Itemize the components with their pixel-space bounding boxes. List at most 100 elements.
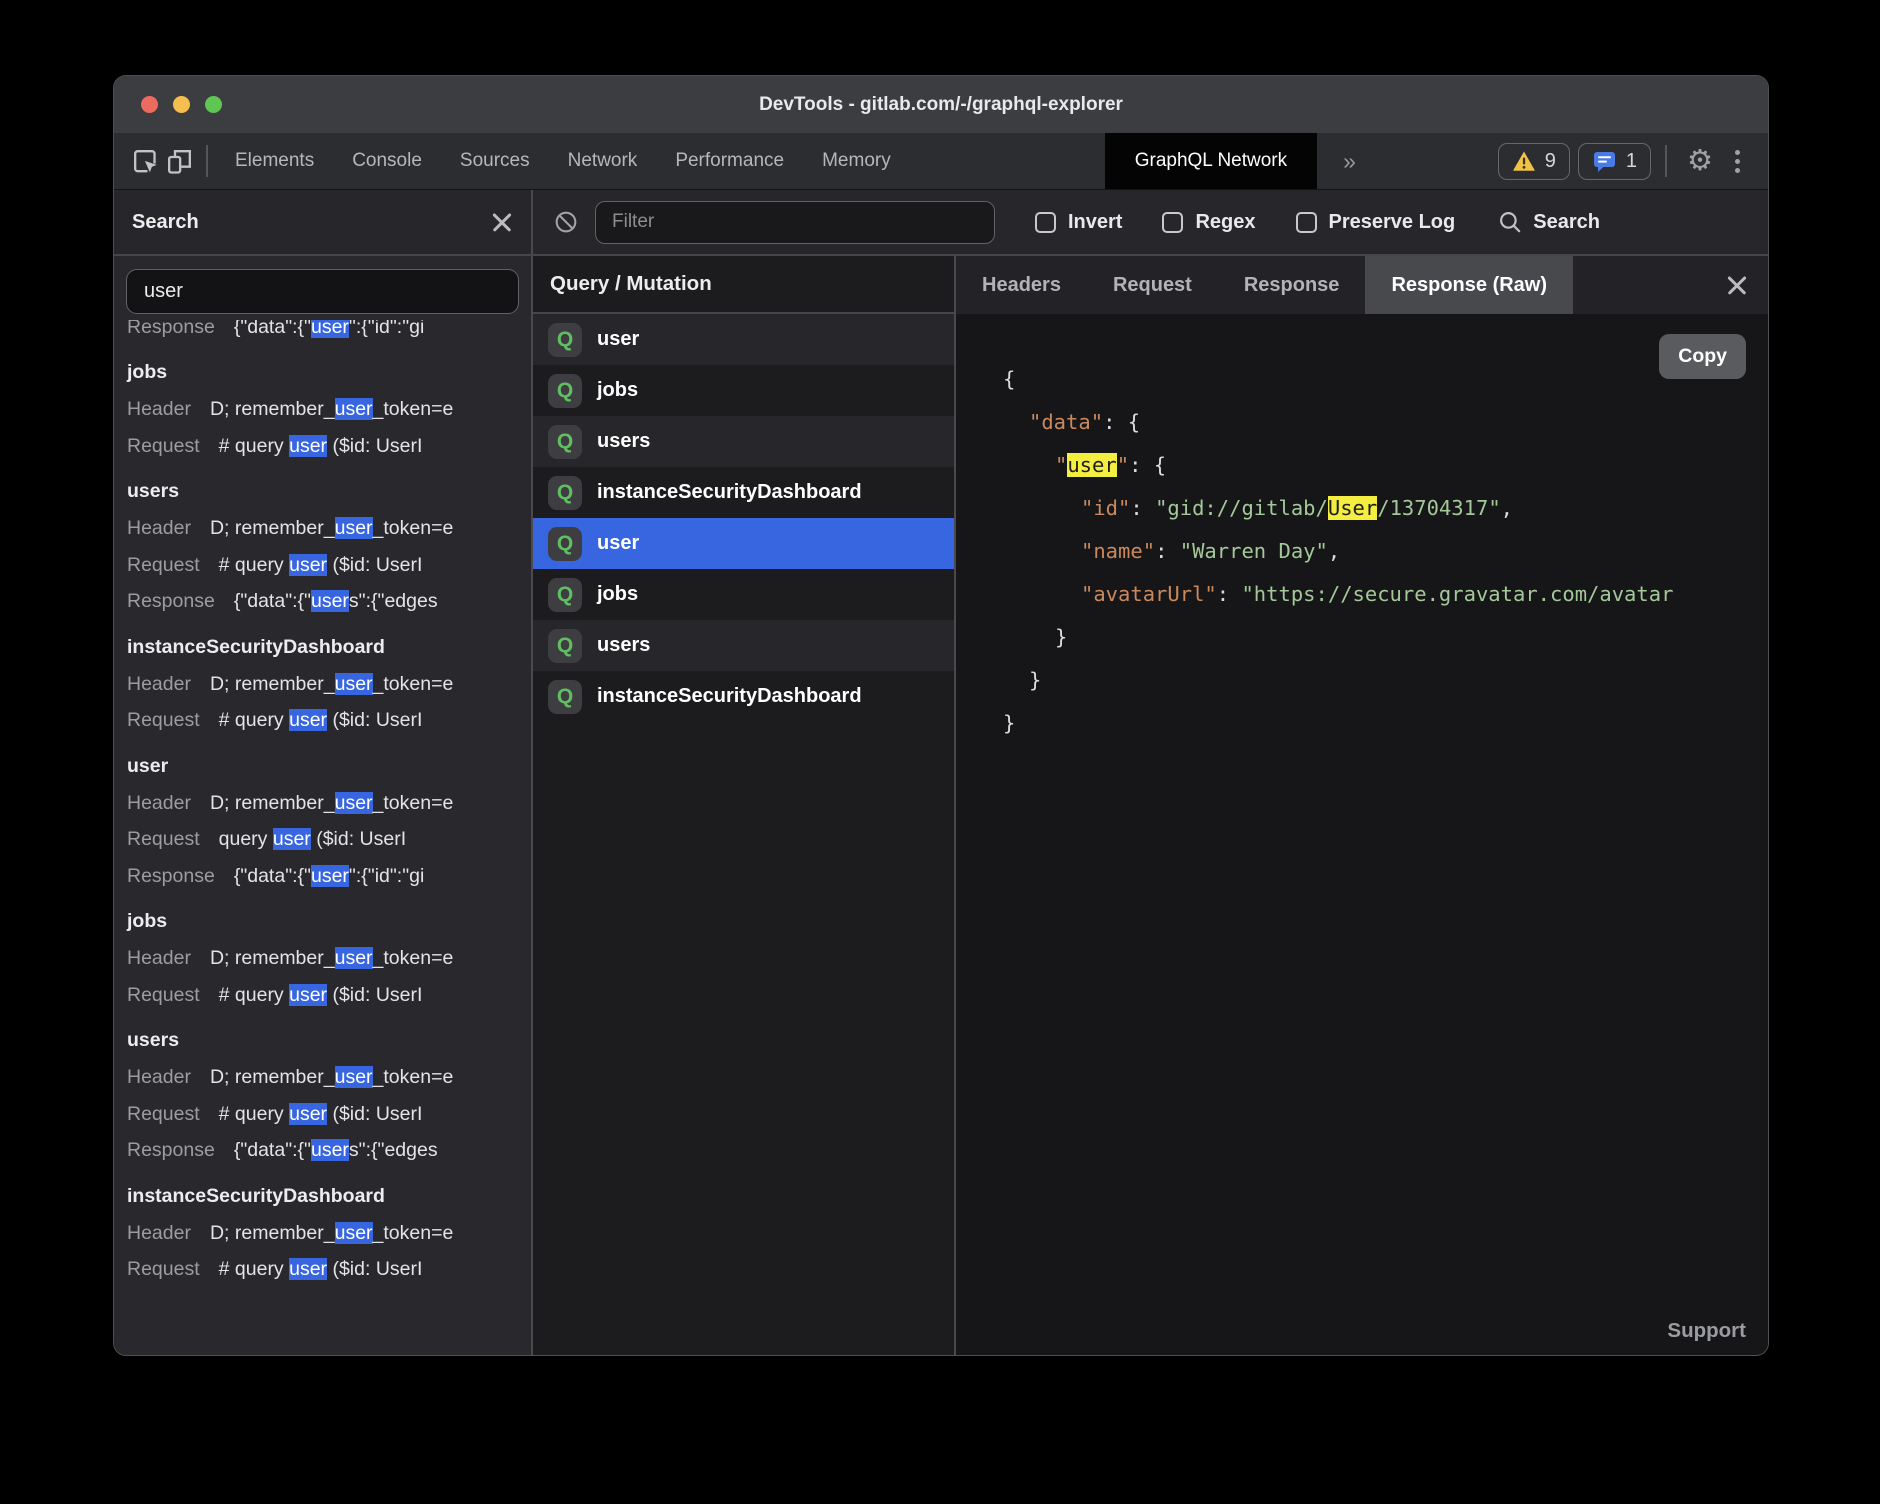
json-token: " (1055, 453, 1067, 477)
network-search-control[interactable]: Search (1497, 209, 1600, 235)
match-highlight: user (311, 320, 349, 338)
result-text: ":{"id":"gi (349, 865, 424, 887)
checkbox-group-invert[interactable]: Invert (1035, 211, 1122, 234)
result-text: _token=e (373, 398, 454, 420)
result-line-request[interactable]: Request# query user ($id: UserI (127, 977, 531, 1014)
result-line-request[interactable]: Request# query user ($id: UserI (127, 547, 531, 584)
result-group-jobs: jobs (127, 354, 531, 391)
zoom-window-button[interactable] (205, 96, 222, 113)
checkbox-regex[interactable] (1162, 212, 1183, 233)
json-token: "avatarUrl" (1081, 582, 1217, 606)
query-row-jobs[interactable]: Qjobs (533, 569, 954, 620)
query-list-header: Query / Mutation (533, 256, 954, 314)
copy-button[interactable]: Copy (1659, 334, 1746, 379)
result-line-request[interactable]: Request# query user ($id: UserI (127, 1096, 531, 1133)
settings-gear-icon[interactable]: ⚙ (1681, 147, 1719, 176)
minimize-window-button[interactable] (173, 96, 190, 113)
search-panel: Response{"data":{"user":{"id":"gijobsHea… (114, 256, 533, 1355)
response-close-icon[interactable] (1726, 274, 1748, 296)
json-token: "data" (1029, 410, 1103, 434)
match-highlight: user (335, 947, 373, 969)
checkbox-label-preserve-log: Preserve Log (1329, 211, 1456, 234)
result-line-label: Header (127, 792, 191, 814)
result-text: D; remember_ (210, 517, 335, 539)
result-text: {"data":{" (234, 590, 311, 612)
result-line-response[interactable]: Response{"data":{"users":{"edges (127, 583, 531, 620)
query-row-jobs[interactable]: Qjobs (533, 365, 954, 416)
search-input[interactable] (126, 269, 519, 314)
result-line-header[interactable]: HeaderD; remember_user_token=e (127, 940, 531, 977)
query-row-instancesecuritydashboard[interactable]: QinstanceSecurityDashboard (533, 671, 954, 722)
more-options-icon[interactable] (1719, 150, 1756, 173)
result-group-users: users (127, 473, 531, 510)
result-line-label: Header (127, 517, 191, 539)
result-text: _token=e (373, 673, 454, 695)
result-line-label: Request (127, 554, 200, 576)
json-line: "data": { (1003, 401, 1768, 444)
more-tabs-icon[interactable]: » (1343, 148, 1354, 175)
result-line-request[interactable]: Requestquery user ($id: UserI (127, 821, 531, 858)
checkbox-group-preserve-log[interactable]: Preserve Log (1296, 211, 1456, 234)
result-text: # query (219, 435, 289, 457)
query-row-users[interactable]: Qusers (533, 416, 954, 467)
result-line-response[interactable]: Response{"data":{"user":{"id":"gi (127, 858, 531, 895)
tab-sources[interactable]: Sources (441, 133, 549, 189)
result-line-header[interactable]: HeaderD; remember_user_token=e (127, 1059, 531, 1096)
result-text: ($id: UserI (327, 554, 422, 576)
close-window-button[interactable] (141, 96, 158, 113)
tab-memory[interactable]: Memory (803, 133, 910, 189)
result-line-request[interactable]: Request# query user ($id: UserI (127, 1251, 531, 1288)
query-list-panel: Query / Mutation QuserQjobsQusersQinstan… (533, 256, 956, 1355)
json-line: } (1003, 659, 1768, 702)
query-row-user[interactable]: Quser (533, 518, 954, 569)
result-line-header[interactable]: HeaderD; remember_user_token=e (127, 1215, 531, 1252)
query-row-users[interactable]: Qusers (533, 620, 954, 671)
query-type-badge: Q (548, 476, 582, 510)
result-text: D; remember_ (210, 792, 335, 814)
filter-input[interactable] (595, 201, 995, 244)
inspect-element-icon[interactable] (128, 144, 162, 178)
query-row-instancesecuritydashboard[interactable]: QinstanceSecurityDashboard (533, 467, 954, 518)
checkbox-label-regex: Regex (1195, 211, 1255, 234)
tab-graphql-network[interactable]: GraphQL Network (1105, 133, 1317, 189)
result-line-request[interactable]: Request# query user ($id: UserI (127, 702, 531, 739)
response-tab-headers[interactable]: Headers (956, 256, 1087, 314)
response-tab-response[interactable]: Response (1218, 256, 1366, 314)
checkbox-group-regex[interactable]: Regex (1162, 211, 1255, 234)
query-row-user[interactable]: Quser (533, 314, 954, 365)
result-line-response[interactable]: Response{"data":{"user":{"id":"gi (127, 320, 424, 345)
match-highlight: user (289, 984, 327, 1006)
support-link[interactable]: Support (1667, 1319, 1746, 1343)
result-line-header[interactable]: HeaderD; remember_user_token=e (127, 510, 531, 547)
device-toolbar-icon[interactable] (162, 144, 196, 178)
devtools-tab-bar: ElementsConsoleSourcesNetworkPerformance… (114, 133, 1768, 190)
tab-performance[interactable]: Performance (656, 133, 803, 189)
result-line-header[interactable]: HeaderD; remember_user_token=e (127, 391, 531, 428)
match-highlight: user (273, 828, 311, 850)
tab-console[interactable]: Console (333, 133, 441, 189)
result-text: _token=e (373, 1066, 454, 1088)
result-line-header[interactable]: HeaderD; remember_user_token=e (127, 785, 531, 822)
result-clipped-row[interactable]: Response{"data":{"user":{"id":"gi (127, 320, 531, 345)
search-close-icon[interactable] (491, 211, 513, 233)
clear-filter-icon[interactable] (553, 209, 579, 235)
match-highlight: user (289, 1103, 327, 1125)
issues-badge[interactable]: 1 (1578, 143, 1651, 180)
result-line-response[interactable]: Response{"data":{"users":{"edges (127, 1132, 531, 1169)
result-line-header[interactable]: HeaderD; remember_user_token=e (127, 666, 531, 703)
result-text: {"data":{" (234, 865, 311, 887)
result-line-request[interactable]: Request# query user ($id: UserI (127, 428, 531, 465)
search-results: Response{"data":{"user":{"id":"gijobsHea… (114, 320, 531, 1355)
tab-elements[interactable]: Elements (216, 133, 333, 189)
json-token: : { (1129, 453, 1166, 477)
title-bar: DevTools - gitlab.com/-/graphql-explorer (114, 76, 1768, 133)
response-tab-response-raw[interactable]: Response (Raw) (1365, 256, 1573, 314)
match-highlight: user (311, 1139, 349, 1161)
checkbox-invert[interactable] (1035, 212, 1056, 233)
checkbox-preserve-log[interactable] (1296, 212, 1317, 233)
warnings-badge[interactable]: 9 (1498, 143, 1570, 180)
response-tab-request[interactable]: Request (1087, 256, 1218, 314)
result-text: {"data":{" (234, 1139, 311, 1161)
result-text: query (219, 828, 273, 850)
tab-network[interactable]: Network (549, 133, 657, 189)
